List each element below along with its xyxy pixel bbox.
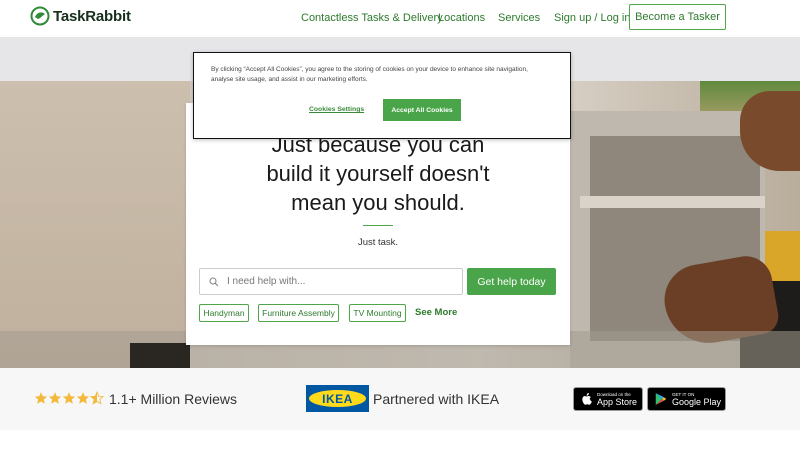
cookie-consent-banner: By clicking “Accept All Cookies”, you ag…: [193, 52, 571, 139]
nav-signup-login[interactable]: Sign up / Log in: [554, 12, 630, 24]
chip-handyman[interactable]: Handyman: [199, 304, 249, 322]
rabbit-logo-icon: [30, 6, 50, 26]
search-icon: [209, 276, 219, 286]
hero-subline: Just task.: [357, 237, 399, 248]
trust-bar: 1.1+ Million Reviews IKEA Partnered with…: [0, 368, 800, 430]
half-star-icon: [90, 391, 104, 405]
headline-line-2: build it yourself doesn't: [266, 161, 490, 186]
google-play-big-text: Google Play: [672, 396, 722, 407]
rating-stars: [34, 391, 104, 405]
logo-text: TaskRabbit: [53, 7, 131, 25]
ikea-partner-text: Partnered with IKEA: [373, 391, 500, 407]
see-more-link[interactable]: See More: [415, 307, 457, 318]
nav-contactless-tasks[interactable]: Contactless Tasks & Delivery: [301, 12, 443, 24]
google-play-badge[interactable]: GET IT ON Google Play: [647, 387, 726, 411]
cookies-settings-link[interactable]: Cookies Settings: [309, 106, 364, 113]
task-search-box[interactable]: [199, 268, 463, 295]
hero-card: Just because you can build it yourself d…: [186, 103, 570, 345]
headline-line-3: mean you should.: [291, 190, 465, 215]
star-icon: [48, 392, 62, 404]
chip-furniture-assembly[interactable]: Furniture Assembly: [258, 304, 339, 322]
page-bottom-area: [0, 430, 800, 462]
nav-locations[interactable]: Locations: [438, 12, 485, 24]
headline-divider: [363, 225, 393, 226]
cookie-consent-text: By clicking “Accept All Cookies”, you ag…: [211, 66, 528, 83]
nav-services[interactable]: Services: [498, 12, 540, 24]
star-icon: [34, 392, 48, 404]
site-header: TaskRabbit Contactless Tasks & Delivery …: [0, 0, 800, 37]
get-help-today-button[interactable]: Get help today: [467, 268, 556, 295]
task-search-input[interactable]: [227, 276, 447, 287]
reviews-count-text: 1.1+ Million Reviews: [109, 391, 237, 407]
taskrabbit-logo[interactable]: TaskRabbit: [30, 5, 131, 27]
ikea-logo-text: IKEA: [309, 390, 366, 407]
ikea-logo: IKEA: [306, 385, 369, 412]
app-store-badge[interactable]: Download on the App Store: [573, 387, 643, 411]
hero-headline: Just because you can build it yourself d…: [186, 130, 570, 217]
star-icon: [62, 392, 76, 404]
chip-tv-mounting[interactable]: TV Mounting: [349, 304, 406, 322]
become-tasker-button[interactable]: Become a Tasker: [629, 4, 726, 30]
apple-icon: [582, 393, 592, 405]
google-play-icon: [655, 393, 667, 405]
app-store-big-text: App Store: [597, 396, 638, 407]
star-icon: [76, 392, 90, 404]
accept-all-cookies-button[interactable]: Accept All Cookies: [383, 99, 461, 121]
